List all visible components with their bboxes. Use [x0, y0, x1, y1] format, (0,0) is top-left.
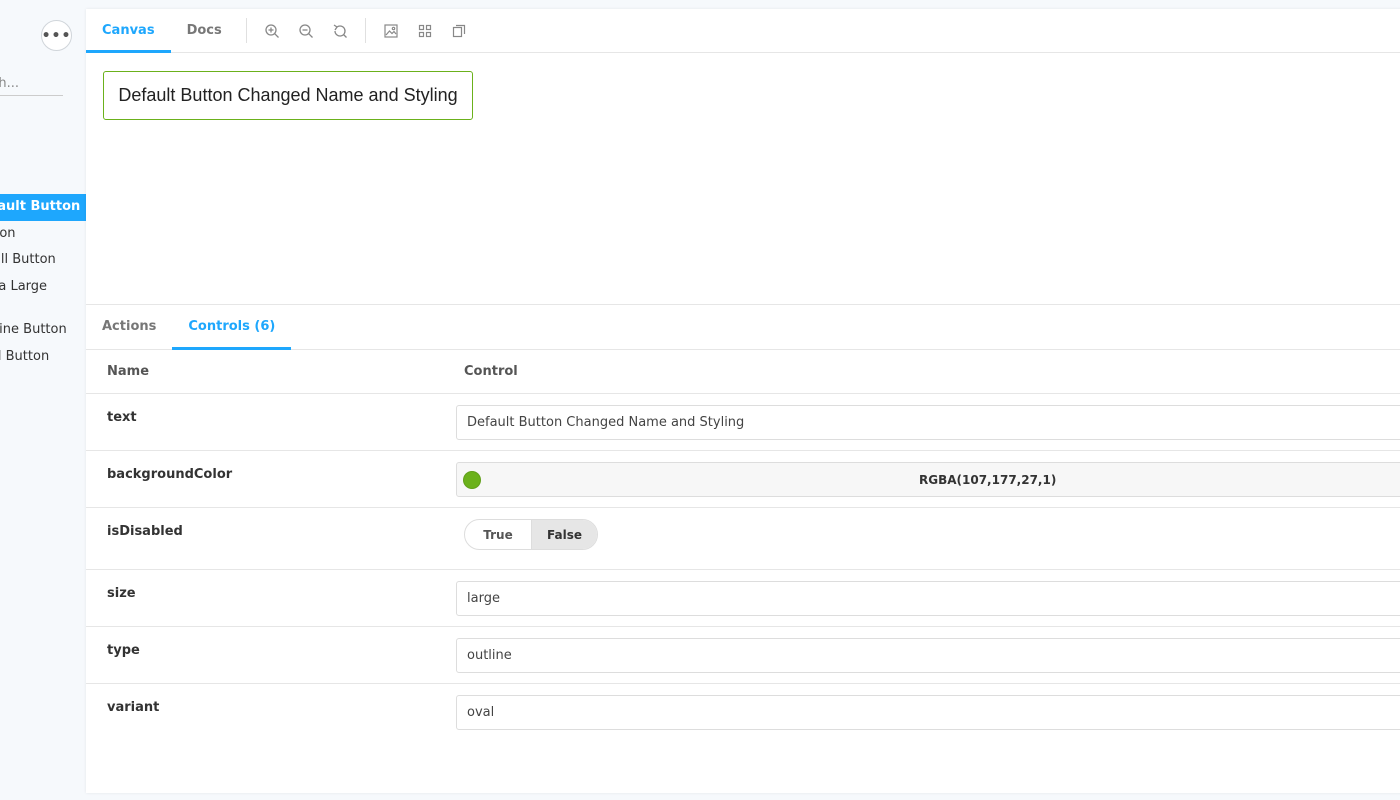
control-name: type — [107, 643, 140, 658]
table-row: size — [86, 570, 1400, 627]
sidebar-item-small-button[interactable]: Small Button — [0, 247, 86, 274]
control-name: isDisabled — [107, 524, 183, 539]
color-swatch[interactable] — [463, 470, 481, 489]
table-header: Name Control — [86, 350, 1400, 394]
background-icon — [384, 23, 398, 38]
table-row: type — [86, 627, 1400, 684]
tab-controls[interactable]: Controls (6) — [172, 306, 292, 350]
tab-docs[interactable]: Docs — [171, 10, 238, 53]
text-input[interactable] — [456, 405, 1400, 440]
toolbar: Canvas Docs — [86, 9, 1400, 53]
toolbar-divider — [364, 18, 366, 43]
zoom-out-button[interactable] — [289, 9, 323, 52]
size-input[interactable] — [456, 581, 1400, 616]
addons-tabs: Actions Controls (6) — [86, 305, 1400, 350]
zoom-in-icon — [265, 23, 279, 38]
color-value: RGBA(107,177,27,1) — [919, 472, 1057, 487]
control-name: size — [107, 586, 136, 601]
story-list: Default Button Button Small Button Extra… — [0, 194, 86, 370]
sidebar-item-oval-button[interactable]: Oval Button — [0, 344, 86, 371]
column-header-name: Name — [107, 364, 150, 379]
sidebar-item-extra-large[interactable]: Extra Large — [0, 274, 86, 301]
sidebar: ••• Default Button Button Small Button E… — [0, 0, 86, 800]
controls-table: Name Control text backgroundColor RGBA(1… — [86, 350, 1400, 741]
more-options-button[interactable]: ••• — [41, 20, 72, 51]
column-header-control: Control — [464, 364, 518, 379]
more-icon: ••• — [41, 27, 72, 44]
variant-input[interactable] — [456, 695, 1400, 730]
grid-button[interactable] — [408, 9, 442, 52]
tab-canvas[interactable]: Canvas — [86, 10, 171, 53]
table-row: variant — [86, 684, 1400, 741]
zoom-out-icon — [299, 23, 313, 38]
table-row: isDisabled True False — [86, 508, 1400, 570]
boolean-toggle: True False — [464, 519, 598, 550]
control-name: backgroundColor — [107, 467, 233, 482]
sidebar-item-outline-button[interactable]: Outline Button — [0, 317, 86, 344]
grid-icon — [418, 24, 431, 37]
tab-actions[interactable]: Actions — [86, 306, 172, 350]
toggle-true[interactable]: True — [465, 520, 531, 549]
toolbar-divider — [245, 18, 247, 43]
canvas-area: Default Button Changed Name and Styling — [86, 53, 1400, 305]
sidebar-item-default-button[interactable]: Default Button — [0, 194, 86, 221]
background-button[interactable] — [374, 9, 408, 52]
control-name: text — [107, 410, 137, 425]
preview-button[interactable]: Default Button Changed Name and Styling — [103, 71, 473, 120]
color-picker[interactable]: RGBA(107,177,27,1) — [456, 462, 1400, 497]
reset-zoom-button[interactable] — [323, 9, 357, 52]
table-row: backgroundColor RGBA(107,177,27,1) — [86, 451, 1400, 508]
zoom-in-button[interactable] — [255, 9, 289, 52]
viewport-button[interactable] — [442, 9, 476, 52]
reset-zoom-icon — [333, 23, 347, 38]
viewport-icon — [452, 24, 465, 37]
control-name: variant — [107, 700, 160, 715]
main-panel: Canvas Docs Default Button Changed Name … — [86, 9, 1400, 793]
table-row: text — [86, 394, 1400, 451]
search-input[interactable] — [0, 72, 63, 96]
type-input[interactable] — [456, 638, 1400, 673]
toggle-false[interactable]: False — [531, 520, 597, 549]
sidebar-item-button[interactable]: Button — [0, 221, 86, 248]
